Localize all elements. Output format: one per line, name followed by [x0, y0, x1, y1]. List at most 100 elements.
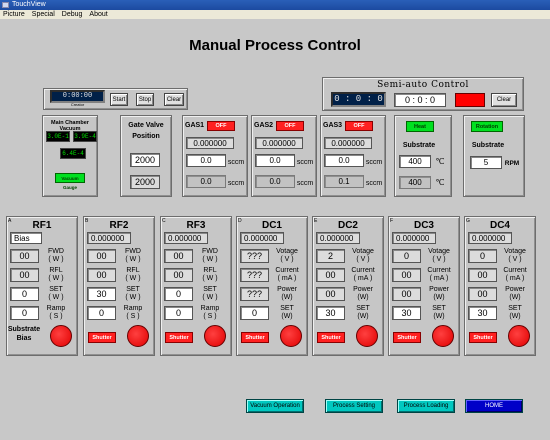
nav-process-loading-button[interactable]: Process Loading	[397, 399, 455, 413]
dc3-voltage-label: Votage	[428, 248, 450, 255]
gas2-set[interactable]: 0.0	[255, 154, 295, 167]
dc2-current-label: Current	[351, 267, 375, 274]
gas1-actual-unit: sccm	[227, 180, 245, 187]
gas3-actual-unit: sccm	[365, 180, 383, 187]
heat-actual-unit: ℃	[435, 178, 445, 187]
dc2-shutter-button[interactable]: Shutter	[317, 332, 345, 343]
gas3-reading: 0.000000	[324, 137, 372, 149]
stop-button[interactable]: Stop	[136, 93, 154, 106]
dc1-name: DC1	[261, 220, 282, 231]
rf1-set[interactable]: 0	[10, 287, 39, 301]
rotation-button[interactable]: Rotation	[471, 121, 503, 132]
rf1-ramp-unit: ( S )	[49, 313, 63, 320]
nav-home-button[interactable]: HOME	[465, 399, 523, 413]
dc3-power-label: Power	[429, 286, 449, 293]
semi-auto-setpoint[interactable]: 0 : 0 : 0	[394, 93, 446, 107]
dc3-shutter-button[interactable]: Shutter	[393, 332, 421, 343]
gas1-toggle-button[interactable]: OFF	[207, 121, 235, 131]
rf1-ramp[interactable]: 0	[10, 306, 39, 320]
timer-sublabel: Creator	[70, 102, 85, 107]
dc3-current-unit: ( mA )	[429, 275, 449, 282]
menu-about[interactable]: About	[89, 11, 107, 18]
start-button[interactable]: Start	[110, 93, 128, 106]
menu-bar: Picture Special Debug About	[0, 10, 550, 19]
dc4-current-unit: ( mA )	[505, 275, 525, 282]
dc3-name: DC3	[413, 220, 434, 231]
rotation-set[interactable]: 5	[470, 156, 502, 169]
semi-auto-clear-button[interactable]: Clear	[491, 93, 517, 107]
rf2-rfl-label: RFL	[126, 267, 140, 274]
dc3-voltage-unit: ( V )	[432, 256, 446, 263]
dc1-voltage-label: Votage	[276, 248, 298, 255]
dc2-voltage-unit: ( V )	[356, 256, 370, 263]
dc2-set[interactable]: 30	[316, 306, 345, 320]
dc1-voltage-unit: ( V )	[280, 256, 294, 263]
dc4-shutter-button[interactable]: Shutter	[469, 332, 497, 343]
rf2-set[interactable]: 30	[87, 287, 116, 301]
menu-special[interactable]: Special	[32, 11, 55, 18]
dc1-voltage: ???	[240, 249, 269, 263]
dc1-current-unit: ( mA )	[277, 275, 297, 282]
menu-picture[interactable]: Picture	[3, 11, 25, 18]
dc1-power-unit: (W)	[281, 294, 293, 301]
dc4-set-label: SET	[508, 305, 522, 312]
nav-process-setting-button[interactable]: Process Setting	[325, 399, 383, 413]
rf2-name: RF2	[109, 220, 129, 231]
dc1-set-label: SET	[280, 305, 294, 312]
rf1-fwd-label: FWD	[48, 248, 64, 255]
gas1-set[interactable]: 0.0	[186, 154, 226, 167]
menu-debug[interactable]: Debug	[62, 11, 83, 18]
rf3-name: RF3	[186, 220, 206, 231]
rf3-set-label: SET	[203, 286, 217, 293]
rf1-ramp-label: Ramp	[46, 305, 66, 312]
dc2-set-unit: (W)	[357, 313, 369, 320]
dc3-current-label: Current	[427, 267, 451, 274]
gas3-set[interactable]: 0.0	[324, 154, 364, 167]
rf3-ramp[interactable]: 0	[164, 306, 193, 320]
dc3-current: 00	[392, 268, 421, 282]
dc4-set-unit: (W)	[509, 313, 521, 320]
vacuum-gauge-button[interactable]: Vacuum Gauge	[55, 173, 85, 190]
dc4-power-unit: (W)	[509, 294, 521, 301]
dc2-power-label: Power	[353, 286, 373, 293]
dc1-current-label: Current	[275, 267, 299, 274]
dc3-power-unit: (W)	[433, 294, 445, 301]
dc1-shutter-button[interactable]: Shutter	[241, 332, 269, 343]
rf2-set-label: SET	[126, 286, 140, 293]
heat-set[interactable]: 400	[399, 155, 431, 168]
clear-timer-button[interactable]: Clear	[164, 93, 184, 106]
rf2-fwd-unit: ( W )	[125, 256, 141, 263]
rf2-ramp[interactable]: 0	[87, 306, 116, 320]
rf3-rfl: 00	[164, 268, 193, 282]
gas1-name: GAS1	[185, 122, 205, 129]
dc4-reading: 0.000000	[468, 232, 512, 244]
dc4-status-lamp	[508, 325, 530, 347]
vacuum-gauge-1: 3.0E-1	[46, 131, 70, 142]
gate-valve-title-1: Gate Valve	[128, 122, 164, 129]
title-bar: TouchView	[0, 0, 550, 10]
dc4-set[interactable]: 30	[468, 306, 497, 320]
gate-valve-set[interactable]: 2000	[130, 153, 160, 167]
dc4-voltage: 0	[468, 249, 497, 263]
gas3-toggle-button[interactable]: OFF	[345, 121, 373, 131]
dc1-set[interactable]: 0	[240, 306, 269, 320]
vacuum-gauge-2: 3.9E-4	[73, 131, 97, 142]
gate-valve-title-2: Position	[132, 133, 160, 140]
rf3-set[interactable]: 0	[164, 287, 193, 301]
gas2-toggle-button[interactable]: OFF	[276, 121, 304, 131]
gas3-unit: sccm	[365, 159, 383, 166]
rf3-status-lamp	[204, 325, 226, 347]
nav-vacuum-operation-button[interactable]: Vacuum Operation	[246, 399, 304, 413]
rf2-set-unit: ( W )	[125, 294, 141, 301]
rf2-shutter-button[interactable]: Shutter	[88, 332, 116, 343]
dc3-set[interactable]: 30	[392, 306, 421, 320]
dc2-voltage-label: Votage	[352, 248, 374, 255]
rf1-reading: Bias	[10, 232, 42, 244]
dc1-power: ???	[240, 287, 269, 301]
rf3-shutter-button[interactable]: Shutter	[165, 332, 193, 343]
rf1-rfl-label: RFL	[49, 267, 63, 274]
heat-label: Substrate	[402, 142, 436, 149]
semi-auto-status-indicator	[455, 93, 485, 107]
rf1-status-lamp	[50, 325, 72, 347]
heat-button[interactable]: Heat	[406, 121, 434, 132]
